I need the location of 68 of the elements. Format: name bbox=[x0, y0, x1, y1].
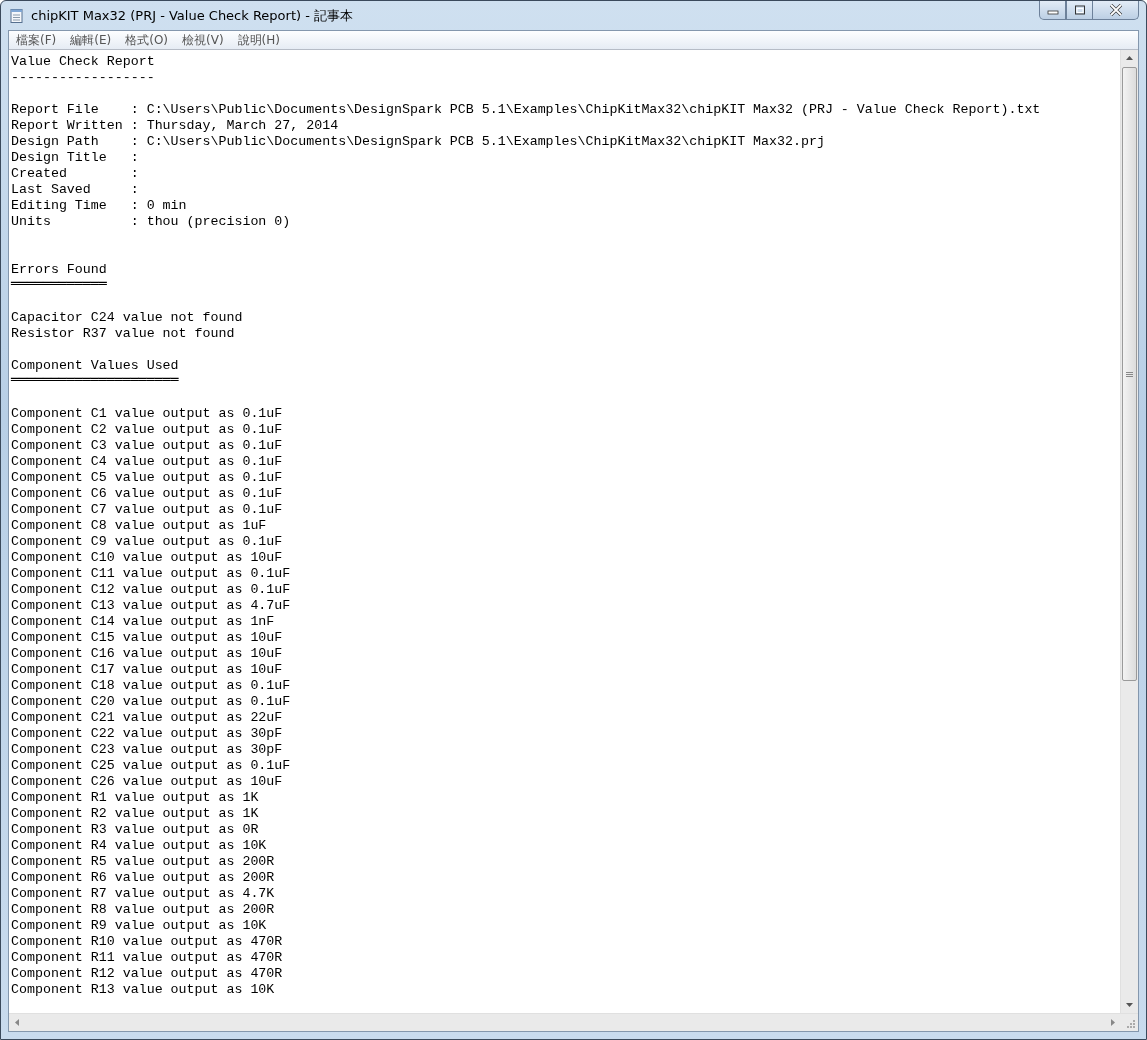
text-line: Component C13 value output as 4.7uF bbox=[11, 598, 291, 614]
text-line: Component C23 value output as 30pF bbox=[11, 742, 283, 758]
close-button[interactable] bbox=[1093, 1, 1139, 20]
text-line: Component R7 value output as 4.7K bbox=[11, 886, 275, 902]
text-line: Component C6 value output as 0.1uF bbox=[11, 486, 283, 502]
horizontal-scrollbar[interactable] bbox=[9, 1013, 1138, 1031]
text-line: Component R13 value output as 10K bbox=[11, 982, 275, 998]
vertical-scrollbar[interactable] bbox=[1120, 50, 1138, 1013]
text-line: Component C20 value output as 0.1uF bbox=[11, 694, 291, 710]
text-line: Created : bbox=[11, 166, 139, 182]
text-line: Errors Found bbox=[11, 262, 107, 278]
text-line: Component C5 value output as 0.1uF bbox=[11, 470, 283, 486]
text-line: Design Title : bbox=[11, 150, 139, 166]
text-line: Component C15 value output as 10uF bbox=[11, 630, 283, 646]
scrollbar-thumb[interactable] bbox=[1122, 67, 1137, 681]
close-icon bbox=[1108, 4, 1123, 16]
menu-item[interactable]: 檔案(F) bbox=[16, 31, 57, 49]
text-line: Component R10 value output as 470R bbox=[11, 934, 283, 950]
menu-item[interactable]: 編輯(E) bbox=[70, 31, 112, 49]
maximize-button[interactable] bbox=[1066, 1, 1093, 20]
text-line: Component R5 value output as 200R bbox=[11, 854, 275, 870]
text-line: Component C9 value output as 0.1uF bbox=[11, 534, 283, 550]
text-line: Component R1 value output as 1K bbox=[11, 790, 259, 806]
text-line: Component C22 value output as 30pF bbox=[11, 726, 283, 742]
text-line: Component R11 value output as 470R bbox=[11, 950, 283, 966]
text-line: Component C18 value output as 0.1uF bbox=[11, 678, 291, 694]
text-line: Editing Time : 0 min bbox=[11, 198, 187, 214]
menu-item[interactable]: 說明(H) bbox=[237, 31, 280, 49]
text-line: Component C21 value output as 22uF bbox=[11, 710, 283, 726]
text-line: Component C25 value output as 0.1uF bbox=[11, 758, 291, 774]
maximize-icon bbox=[1073, 5, 1086, 15]
text-line: Report Written : Thursday, March 27, 2014 bbox=[11, 118, 339, 134]
text-line: Component C7 value output as 0.1uF bbox=[11, 502, 283, 518]
text-line: Component R6 value output as 200R bbox=[11, 870, 275, 886]
grip-icon bbox=[1126, 370, 1133, 378]
text-line: Component C16 value output as 10uF bbox=[11, 646, 283, 662]
text-line: Component C10 value output as 10uF bbox=[11, 550, 283, 566]
double-rule-line: ═════════════════════ bbox=[11, 374, 179, 389]
text-line: Capacitor C24 value not found bbox=[11, 310, 243, 326]
text-line: Units : thou (precision 0) bbox=[11, 214, 291, 230]
text-line: Component C4 value output as 0.1uF bbox=[11, 454, 283, 470]
text-line: Component R3 value output as 0R bbox=[11, 822, 259, 838]
text-line: Component C8 value output as 1uF bbox=[11, 518, 267, 534]
text-line: Report File : C:\Users\Public\Documents\DesignSpark PCB 5.1\Examples\ChipKitMax32\chipKIT Max32 (PRJ - Value Check Report).txt bbox=[11, 102, 1041, 118]
text-line: Component C1 value output as 0.1uF bbox=[11, 406, 283, 422]
text-line: Component C17 value output as 10uF bbox=[11, 662, 283, 678]
text-line: Component R4 value output as 10K bbox=[11, 838, 267, 854]
menu-item[interactable]: 檢視(V) bbox=[182, 31, 224, 49]
text-line: Component R8 value output as 200R bbox=[11, 902, 275, 918]
text-line: Component C3 value output as 0.1uF bbox=[11, 438, 283, 454]
text-line: Component C14 value output as 1nF bbox=[11, 614, 275, 630]
text-line: Component C2 value output as 0.1uF bbox=[11, 422, 283, 438]
text-line: Component C11 value output as 0.1uF bbox=[11, 566, 291, 582]
text-line: Component R2 value output as 1K bbox=[11, 806, 259, 822]
text-line: Component C26 value output as 10uF bbox=[11, 774, 283, 790]
text-line: Value Check Report bbox=[11, 54, 155, 70]
text-line: ------------------ bbox=[11, 70, 155, 86]
text-line: Component R9 value output as 10K bbox=[11, 918, 267, 934]
text-line: Last Saved : bbox=[11, 182, 139, 198]
menu-item[interactable]: 格式(O) bbox=[125, 31, 169, 49]
double-rule-line: ════════════ bbox=[11, 278, 107, 293]
text-line: Resistor R37 value not found bbox=[11, 326, 235, 342]
text-line: Design Path : C:\Users\Public\Documents\DesignSpark PCB 5.1\Examples\ChipKitMax32\chipKIT Max32.prj bbox=[11, 134, 825, 150]
notepad-icon bbox=[9, 7, 25, 24]
window-title: chipKIT Max32 (PRJ - Value Check Report) - 記事本 bbox=[31, 6, 354, 25]
text-line: Component C12 value output as 0.1uF bbox=[11, 582, 291, 598]
text-line: Component Values Used bbox=[11, 358, 179, 374]
text-line: Component R12 value output as 470R bbox=[11, 966, 283, 982]
